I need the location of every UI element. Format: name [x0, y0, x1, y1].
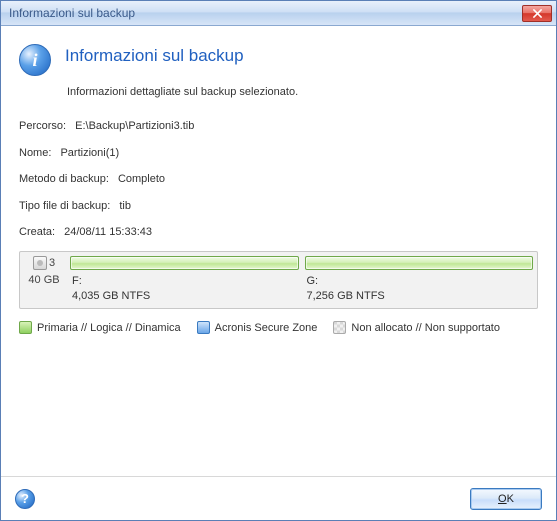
disk-capacity: 40 GB — [24, 274, 64, 286]
disk-meta: 3 40 GB — [24, 256, 64, 305]
partition-f-label: F: 4,035 GB NTFS — [70, 274, 299, 305]
detail-path: Percorso: E:\Backup\Partizioni3.tib — [19, 118, 538, 135]
help-button[interactable]: ? — [15, 489, 35, 509]
partition-f-letter: F: — [72, 274, 297, 289]
partition-f: F: 4,035 GB NTFS — [70, 256, 299, 305]
detail-created: Creata: 24/08/11 15:33:43 — [19, 224, 538, 241]
detail-name: Nome: Partizioni(1) — [19, 145, 538, 162]
legend: Primaria // Logica // Dinamica Acronis S… — [19, 321, 538, 334]
disk-block: 3 40 GB F: 4,035 GB NTFS G: 7,256 GB NTF… — [19, 251, 538, 310]
titlebar-text: Informazioni sul backup — [9, 6, 522, 20]
swatch-primary-icon — [19, 321, 32, 334]
partition-f-sizefs: 4,035 GB NTFS — [72, 289, 297, 304]
partition-g: G: 7,256 GB NTFS — [305, 256, 534, 305]
name-value: Partizioni(1) — [60, 145, 119, 162]
close-icon — [533, 9, 542, 18]
header-row: i Informazioni sul backup — [19, 44, 538, 76]
page-title: Informazioni sul backup — [65, 46, 244, 66]
legend-unalloc: Non allocato // Non supportato — [333, 321, 500, 334]
partition-g-sizefs: 7,256 GB NTFS — [307, 289, 532, 304]
content-area: i Informazioni sul backup Informazioni d… — [1, 26, 556, 334]
ok-underline: O — [498, 493, 507, 505]
close-button[interactable] — [522, 5, 552, 22]
created-value: 24/08/11 15:33:43 — [64, 224, 152, 241]
details-block: Percorso: E:\Backup\Partizioni3.tib Nome… — [19, 118, 538, 241]
legend-asz: Acronis Secure Zone — [197, 321, 318, 334]
footer: ? OK — [1, 476, 556, 520]
path-label: Percorso: — [19, 118, 66, 135]
ok-rest: K — [507, 493, 514, 505]
partition-g-bar — [305, 256, 534, 270]
legend-asz-text: Acronis Secure Zone — [215, 322, 318, 334]
method-label: Metodo di backup: — [19, 171, 109, 188]
legend-unalloc-text: Non allocato // Non supportato — [351, 322, 500, 334]
titlebar: Informazioni sul backup — [1, 1, 556, 26]
detail-type: Tipo file di backup: tib — [19, 198, 538, 215]
method-value: Completo — [118, 171, 165, 188]
type-value: tib — [119, 198, 131, 215]
type-label: Tipo file di backup: — [19, 198, 110, 215]
swatch-asz-icon — [197, 321, 210, 334]
dialog-window: Informazioni sul backup i Informazioni s… — [0, 0, 557, 521]
partition-g-label: G: 7,256 GB NTFS — [305, 274, 534, 305]
path-value: E:\Backup\Partizioni3.tib — [75, 118, 194, 135]
partition-f-bar — [70, 256, 299, 270]
legend-primary-text: Primaria // Logica // Dinamica — [37, 322, 181, 334]
legend-primary: Primaria // Logica // Dinamica — [19, 321, 181, 334]
name-label: Nome: — [19, 145, 51, 162]
detail-method: Metodo di backup: Completo — [19, 171, 538, 188]
swatch-unalloc-icon — [333, 321, 346, 334]
partition-g-letter: G: — [307, 274, 532, 289]
ok-button[interactable]: OK — [470, 488, 542, 510]
created-label: Creata: — [19, 224, 55, 241]
disk-number: 3 — [49, 257, 55, 269]
page-subtitle: Informazioni dettagliate sul backup sele… — [67, 86, 538, 98]
disk-icon — [33, 256, 47, 270]
info-icon: i — [19, 44, 51, 76]
